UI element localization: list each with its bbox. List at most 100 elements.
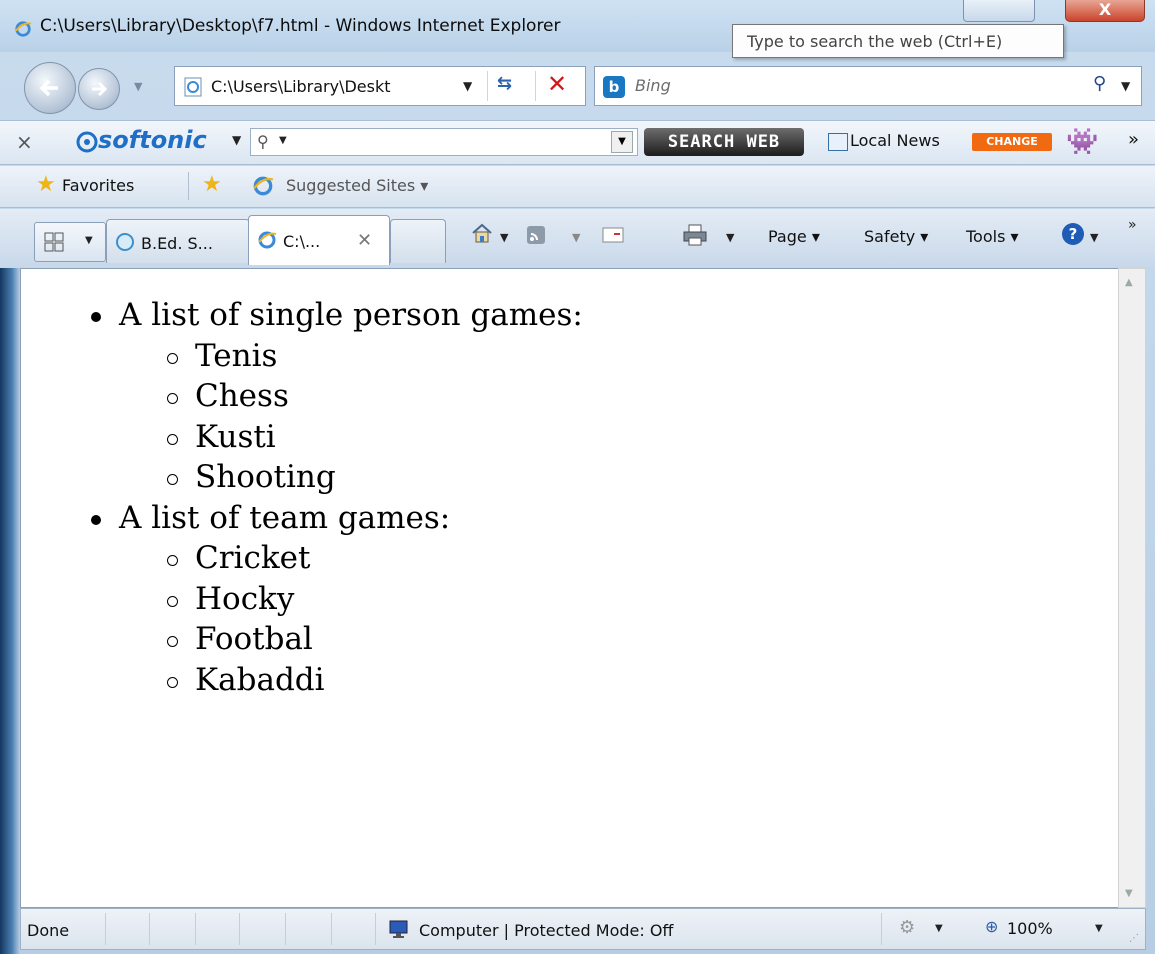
back-button[interactable] [24,62,76,114]
window-title: C:\Users\Library\Desktop\f7.html - Windo… [40,16,561,36]
change-location-badge[interactable]: CHANGE [972,133,1052,151]
feeds-icon[interactable] [526,225,546,245]
stop-icon[interactable]: ✕ [547,70,567,98]
ie-logo-icon [15,21,32,37]
close-tab-icon[interactable]: ✕ [357,230,372,251]
home-dropdown-icon[interactable]: ▼ [500,231,508,244]
search-options-dropdown-icon[interactable]: ▼ [1121,79,1130,93]
list-item: Tenis [167,336,583,377]
zoom-icon[interactable]: ⊕ [985,917,998,936]
space-invader-icon[interactable]: 👾 [1066,127,1098,157]
separator [375,913,376,945]
softonic-menu-dropdown-icon[interactable]: ▼ [232,133,241,147]
tab-bar: ▼ B.Ed. S... C:\... ✕ ▼ ▼ ▼ Page ▾ Safet… [0,209,1155,267]
vertical-scrollbar[interactable]: ▲ ▼ [1118,268,1146,908]
page-content-area: A list of single person games: Tenis Che… [20,268,1118,908]
search-tooltip: Type to search the web (Ctrl+E) [732,24,1064,58]
softonic-search-input[interactable]: ⚲ ▼ ▼ [250,128,638,156]
back-arrow-icon [39,79,58,97]
favorites-bar: ★ Favorites ★ Suggested Sites ▾ [0,166,1155,208]
separator [195,913,196,945]
mail-icon[interactable] [602,227,624,243]
games-list: A list of single person games: Tenis Che… [91,295,583,700]
zoom-level[interactable]: 100% [1007,919,1053,938]
page-menu[interactable]: Page ▾ [768,227,820,246]
separator [881,913,882,945]
tab-label: C:\... [283,232,321,251]
tab-list-dropdown-icon[interactable]: ▼ [85,235,93,246]
list-item: Footbal [167,619,583,660]
list-item: Cricket [167,538,583,579]
separator [239,913,240,945]
separator [331,913,332,945]
computer-zone-icon [389,920,408,938]
tab-bed[interactable]: B.Ed. S... [106,219,250,263]
add-to-favorites-bar-icon[interactable]: ★ [202,172,222,197]
search-icon: ⚲ [257,132,269,151]
search-icon[interactable]: ⚲ [1093,73,1106,94]
help-icon[interactable]: ? [1062,223,1084,245]
forward-button[interactable] [78,68,120,110]
print-icon[interactable] [682,223,708,247]
browser-window: C:\Users\Library\Desktop\f7.html - Windo… [0,0,1155,954]
refresh-icon[interactable]: ⇆ [497,73,512,94]
close-window-button[interactable]: X [1065,0,1145,22]
search-web-button[interactable]: SEARCH WEB [644,128,804,156]
separator [487,71,488,101]
new-tab-button[interactable] [390,219,446,263]
tools-menu[interactable]: Tools ▾ [966,227,1019,246]
status-text: Done [27,921,70,940]
list-item: Kabaddi [167,660,583,701]
safety-menu[interactable]: Safety ▾ [864,227,928,246]
more-chevron-icon[interactable]: » [1128,129,1139,150]
separator [149,913,150,945]
forward-arrow-icon [92,81,108,97]
search-history-dropdown-icon[interactable]: ▼ [611,131,633,153]
security-status-icon[interactable]: ⚙ [899,917,915,938]
recent-pages-dropdown[interactable]: ▼ [134,80,142,93]
address-url[interactable]: C:\Users\Library\Deskt [211,77,451,96]
zoom-dropdown-icon[interactable]: ▼ [1095,923,1103,934]
list-item: Kusti [167,417,583,458]
feeds-dropdown-icon[interactable]: ▼ [572,231,580,244]
address-bar[interactable]: C:\Users\Library\Deskt ▼ ⇆ ✕ [174,66,586,106]
scroll-up-icon[interactable]: ▲ [1125,277,1133,288]
bing-icon: b [603,76,625,98]
ie-logo-icon [253,176,274,196]
quick-tabs-icon [44,232,64,252]
print-dropdown-icon[interactable]: ▼ [726,231,734,244]
quick-tabs-button[interactable]: ▼ [34,222,106,262]
window-left-edge [0,268,20,954]
address-dropdown-icon[interactable]: ▼ [463,79,472,93]
security-zone-text[interactable]: Computer | Protected Mode: Off [419,921,673,940]
list-item: A list of team games: Cricket Hocky Foot… [91,498,583,701]
favorites-button[interactable]: Favorites [62,176,134,195]
search-type-dropdown-icon[interactable]: ▼ [279,135,287,146]
separator [188,172,189,200]
more-chevron-icon[interactable]: » [1128,217,1137,233]
security-dropdown-icon[interactable]: ▼ [935,923,943,934]
single-person-games-list: Tenis Chess Kusti Shooting [167,336,583,498]
title-bar: C:\Users\Library\Desktop\f7.html - Windo… [0,0,1155,58]
search-box[interactable]: b Bing ⚲ ▼ [594,66,1142,106]
toolbar-close-icon[interactable]: × [16,130,33,154]
restore-button[interactable] [963,0,1035,22]
softonic-logo-icon [76,131,98,153]
local-news-button[interactable]: Local News [850,131,940,150]
list-item: A list of single person games: Tenis Che… [91,295,583,498]
status-bar: Done Computer | Protected Mode: Off ⚙ ▼ … [20,908,1146,950]
ie-logo-icon [258,231,277,249]
navigation-row: ▼ C:\Users\Library\Deskt ▼ ⇆ ✕ b Bing ⚲ … [0,58,1155,118]
separator [105,913,106,945]
help-dropdown-icon[interactable]: ▼ [1090,231,1098,244]
softonic-logo[interactable]: softonic [98,126,207,154]
suggested-sites-button[interactable]: Suggested Sites ▾ [286,176,428,195]
page-icon [184,77,202,97]
tab-current[interactable]: C:\... ✕ [248,215,390,265]
scroll-down-icon[interactable]: ▼ [1125,888,1133,899]
search-input[interactable]: Bing [635,76,671,95]
list-item: Shooting [167,457,583,498]
separator [535,71,536,101]
resize-grip-icon[interactable]: ⋰ [1129,933,1139,944]
home-icon[interactable] [470,221,494,245]
